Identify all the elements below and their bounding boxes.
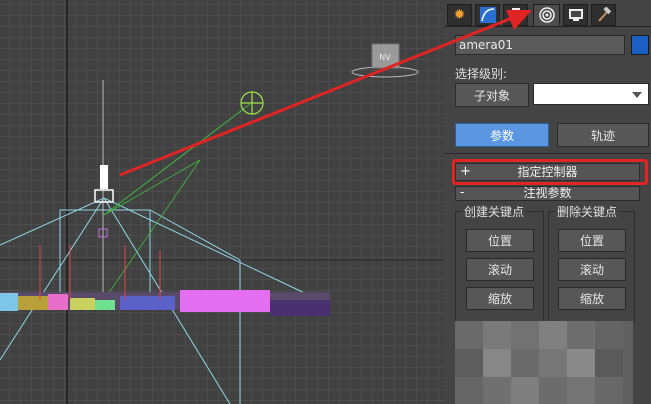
create-roll-key-button[interactable]: 滚动 xyxy=(466,258,534,281)
highlight-box xyxy=(452,159,648,185)
sun-star-icon: ✹ xyxy=(453,7,466,23)
create-tab[interactable]: ✹ xyxy=(447,4,472,26)
camera-icon xyxy=(94,165,114,203)
scene-buildings xyxy=(0,290,330,316)
rollout-collapse-icon: - xyxy=(460,186,465,199)
trajectories-button[interactable]: 轨迹 xyxy=(557,123,649,147)
object-color-swatch[interactable] xyxy=(631,35,649,55)
viewport-scene: NV xyxy=(0,0,444,404)
create-key-group: 创建关键点 位置 滚动 缩放 xyxy=(455,203,544,323)
display-tab[interactable] xyxy=(563,4,588,26)
navcube-label: NV xyxy=(379,53,391,62)
hierarchy-icon xyxy=(511,8,520,22)
selection-level-dropdown[interactable] xyxy=(533,83,649,105)
object-name-field[interactable]: amera01 xyxy=(455,35,625,55)
parameters-button[interactable]: 参数 xyxy=(455,123,549,147)
motion-circle-icon xyxy=(538,7,555,23)
look-at-params-rollout[interactable]: - 注视参数 xyxy=(455,186,640,201)
panel-divider xyxy=(444,153,651,154)
delete-roll-key-button[interactable]: 滚动 xyxy=(558,258,626,281)
create-scale-key-button[interactable]: 缩放 xyxy=(466,287,534,310)
pixelated-region xyxy=(455,321,633,404)
modifier-curve-icon xyxy=(479,7,496,23)
look-at-params-label: 注视参数 xyxy=(523,186,572,200)
delete-scale-key-button[interactable]: 缩放 xyxy=(558,287,626,310)
subobject-button[interactable]: 子对象 xyxy=(455,83,529,107)
camera-target xyxy=(240,91,264,115)
delete-position-key-button[interactable]: 位置 xyxy=(558,229,626,252)
create-position-key-button[interactable]: 位置 xyxy=(466,229,534,252)
delete-key-group: 删除关键点 位置 滚动 缩放 xyxy=(548,203,635,323)
tabstrip-divider xyxy=(444,26,651,27)
monitor-icon xyxy=(568,9,583,21)
create-key-title: 创建关键点 xyxy=(462,203,527,220)
motion-tab[interactable] xyxy=(533,4,560,26)
selection-level-label: 选择级别: xyxy=(455,67,508,81)
chevron-down-icon xyxy=(632,92,642,98)
utilities-tab[interactable] xyxy=(591,4,616,26)
target-line xyxy=(103,103,251,216)
hammer-icon xyxy=(597,7,611,22)
modify-tab[interactable] xyxy=(475,4,500,26)
delete-key-title: 删除关键点 xyxy=(555,203,620,220)
viewport[interactable]: NV xyxy=(0,0,444,404)
navcube: NV xyxy=(351,43,419,78)
command-panel: ✹ amera01 选择级别: 子对象 参数 轨迹 + 指定控制器 - 注视参数… xyxy=(444,0,651,404)
hierarchy-tab[interactable] xyxy=(503,4,528,26)
